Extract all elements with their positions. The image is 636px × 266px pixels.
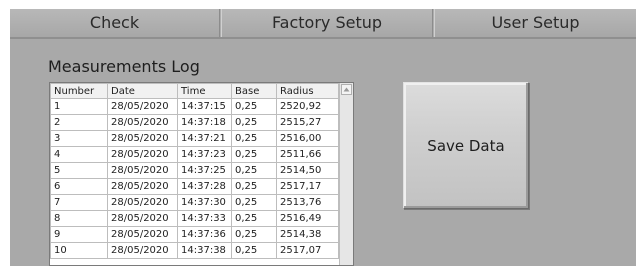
cell-radius: 2514,50 xyxy=(276,162,339,179)
cell-number: 9 xyxy=(50,226,108,243)
cell-base: 0,25 xyxy=(231,162,277,179)
triangle-up-icon xyxy=(343,87,350,92)
column-header-time[interactable]: Time xyxy=(177,83,232,99)
cell-time: 14:37:23 xyxy=(177,146,232,163)
table-row[interactable]: 4 28/05/2020 14:37:23 0,25 2511,66 xyxy=(50,146,339,163)
table-row[interactable]: 6 28/05/2020 14:37:28 0,25 2517,17 xyxy=(50,178,339,195)
tab-factory-setup[interactable]: Factory Setup xyxy=(221,9,433,37)
table-row[interactable]: 3 28/05/2020 14:37:21 0,25 2516,00 xyxy=(50,130,339,147)
cell-number: 3 xyxy=(50,130,108,147)
cell-number: 4 xyxy=(50,146,108,163)
log-table-body: 1 28/05/2020 14:37:15 0,25 2520,92 2 28/05/202… xyxy=(50,98,339,259)
tab-user-setup[interactable]: User Setup xyxy=(434,9,636,37)
table-header-row: Number Date Time Base Radius xyxy=(50,83,339,99)
cell-base: 0,25 xyxy=(231,146,277,163)
cell-base: 0,25 xyxy=(231,210,277,227)
cell-date: 28/05/2020 xyxy=(107,130,178,147)
cell-date: 28/05/2020 xyxy=(107,146,178,163)
cell-time: 14:37:38 xyxy=(177,242,232,259)
cell-radius: 2515,27 xyxy=(276,114,339,131)
scroll-up-button[interactable] xyxy=(341,84,352,95)
cell-radius: 2517,17 xyxy=(276,178,339,195)
tab-check[interactable]: Check xyxy=(10,9,220,37)
table-row[interactable]: 9 28/05/2020 14:37:36 0,25 2514,38 xyxy=(50,226,339,243)
cell-radius: 2516,00 xyxy=(276,130,339,147)
cell-number: 1 xyxy=(50,98,108,115)
cell-number: 7 xyxy=(50,194,108,211)
column-header-radius[interactable]: Radius xyxy=(276,83,339,99)
cell-radius: 2511,66 xyxy=(276,146,339,163)
cell-base: 0,25 xyxy=(231,98,277,115)
cell-base: 0,25 xyxy=(231,130,277,147)
tab-bar: Check Factory Setup User Setup xyxy=(10,9,636,39)
cell-time: 14:37:33 xyxy=(177,210,232,227)
table-row[interactable]: 2 28/05/2020 14:37:18 0,25 2515,27 xyxy=(50,114,339,131)
cell-date: 28/05/2020 xyxy=(107,178,178,195)
table-row[interactable]: 10 28/05/2020 14:37:38 0,25 2517,07 xyxy=(50,242,339,259)
cell-date: 28/05/2020 xyxy=(107,210,178,227)
cell-base: 0,25 xyxy=(231,114,277,131)
cell-time: 14:37:15 xyxy=(177,98,232,115)
app-window: Check Factory Setup User Setup Measureme… xyxy=(10,9,636,266)
cell-number: 6 xyxy=(50,178,108,195)
cell-base: 0,25 xyxy=(231,226,277,243)
cell-date: 28/05/2020 xyxy=(107,194,178,211)
cell-base: 0,25 xyxy=(231,242,277,259)
cell-base: 0,25 xyxy=(231,178,277,195)
column-header-number[interactable]: Number xyxy=(50,83,108,99)
cell-radius: 2514,38 xyxy=(276,226,339,243)
cell-date: 28/05/2020 xyxy=(107,242,178,259)
cell-date: 28/05/2020 xyxy=(107,98,178,115)
table-row[interactable]: 5 28/05/2020 14:37:25 0,25 2514,50 xyxy=(50,162,339,179)
cell-time: 14:37:36 xyxy=(177,226,232,243)
cell-base: 0,25 xyxy=(231,194,277,211)
cell-radius: 2520,92 xyxy=(276,98,339,115)
cell-number: 5 xyxy=(50,162,108,179)
table-row[interactable]: 7 28/05/2020 14:37:30 0,25 2513,76 xyxy=(50,194,339,211)
measurements-log-title: Measurements Log xyxy=(48,57,200,76)
save-data-button[interactable]: Save Data xyxy=(403,82,529,209)
log-table: Number Date Time Base Radius 1 28/05/2020… xyxy=(50,83,339,259)
table-row[interactable]: 1 28/05/2020 14:37:15 0,25 2520,92 xyxy=(50,98,339,115)
cell-radius: 2516,49 xyxy=(276,210,339,227)
cell-time: 14:37:18 xyxy=(177,114,232,131)
cell-date: 28/05/2020 xyxy=(107,114,178,131)
cell-radius: 2517,07 xyxy=(276,242,339,259)
cell-radius: 2513,76 xyxy=(276,194,339,211)
cell-number: 2 xyxy=(50,114,108,131)
cell-time: 14:37:30 xyxy=(177,194,232,211)
cell-number: 10 xyxy=(50,242,108,259)
cell-date: 28/05/2020 xyxy=(107,162,178,179)
column-header-date[interactable]: Date xyxy=(107,83,178,99)
vertical-scrollbar[interactable] xyxy=(339,83,353,265)
cell-time: 14:37:21 xyxy=(177,130,232,147)
cell-time: 14:37:28 xyxy=(177,178,232,195)
cell-date: 28/05/2020 xyxy=(107,226,178,243)
cell-number: 8 xyxy=(50,210,108,227)
column-header-base[interactable]: Base xyxy=(231,83,277,99)
table-row[interactable]: 8 28/05/2020 14:37:33 0,25 2516,49 xyxy=(50,210,339,227)
cell-time: 14:37:25 xyxy=(177,162,232,179)
measurements-log-table[interactable]: Number Date Time Base Radius 1 28/05/2020… xyxy=(49,82,354,266)
